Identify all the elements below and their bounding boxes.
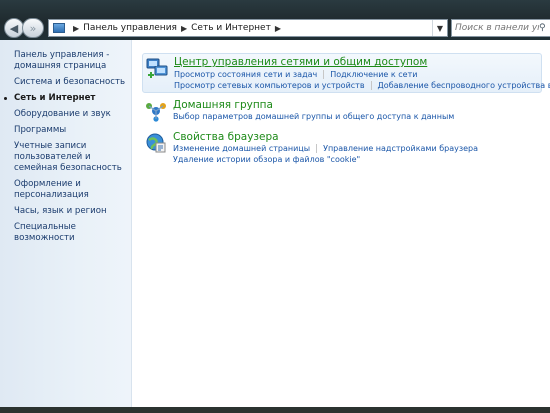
sidebar-item-system-security[interactable]: Система и безопасность [14,77,126,88]
breadcrumb-chevron-icon: ▶ [274,23,281,33]
sidebar-item-network-internet: Сеть и Интернет [4,93,126,104]
sidebar-item-appearance[interactable]: Оформление и персонализация [14,179,126,201]
taskbar-edge [0,407,550,413]
address-box[interactable]: ▶ Панель управления ▶ Сеть и Интернет ▶ … [48,19,448,37]
address-bar-row: ◀ » ▶ Панель управления ▶ Сеть и Интерне… [4,18,550,40]
category-title-homegroup[interactable]: Домашняя группа [173,99,273,111]
category-links-row: Просмотр сетевых компьютеров и устройств… [174,81,550,90]
sidebar-item-hardware-sound[interactable]: Оборудование и звук [14,109,126,120]
category-internet-options: Свойства браузера Изменение домашней стр… [142,129,542,169]
breadcrumb-control-panel[interactable]: Панель управления [83,23,177,33]
category-links-row: Выбор параметров домашней группы и общег… [173,112,454,121]
forward-button[interactable]: » [22,18,44,38]
network-center-icon [146,58,168,78]
sidebar-item-home[interactable]: Панель управления - домашняя страница [14,50,126,72]
address-dropdown-button[interactable]: ▼ [432,20,447,36]
link-separator [323,70,325,79]
link-separator [316,144,318,153]
breadcrumb-chevron-icon: ▶ [180,23,188,33]
link-view-network-computers[interactable]: Просмотр сетевых компьютеров и устройств [174,81,365,90]
link-manage-addons[interactable]: Управление надстройками браузера [323,144,478,153]
link-add-wireless-device[interactable]: Добавление беспроводного устройства в се… [378,81,550,90]
sidebar-item-programs[interactable]: Программы [14,125,126,136]
back-button[interactable]: ◀ [4,18,24,38]
link-change-home-page[interactable]: Изменение домашней страницы [173,144,310,153]
sidebar: Панель управления - домашняя страница Си… [0,40,132,413]
category-title-network-center[interactable]: Центр управления сетями и общим доступом [174,56,427,68]
search-input[interactable] [452,23,539,33]
breadcrumb-network-internet[interactable]: Сеть и Интернет [191,23,271,33]
category-title-internet-options[interactable]: Свойства браузера [173,131,279,143]
link-delete-browsing-history[interactable]: Удаление истории обзора и файлов "cookie… [173,155,360,164]
search-box[interactable]: ⚲ [451,19,550,37]
sidebar-item-clock-language[interactable]: Часы, язык и регион [14,206,126,217]
category-links-row: Просмотр состояния сети и задач Подключен… [174,70,417,79]
sidebar-item-user-accounts[interactable]: Учетные записи пользователей и семейная … [14,141,126,174]
title-bar: ◀ » ▶ Панель управления ▶ Сеть и Интерне… [0,0,550,40]
link-view-network-status[interactable]: Просмотр состояния сети и задач [174,70,317,79]
link-separator [370,81,372,90]
internet-options-icon [146,133,166,153]
main-content: Центр управления сетями и общим доступом… [132,40,550,413]
control-panel-window: ◀ » ▶ Панель управления ▶ Сеть и Интерне… [0,0,550,413]
link-connect-to-network[interactable]: Подключение к сети [330,70,417,79]
breadcrumb-chevron-icon: ▶ [73,23,80,33]
link-homegroup-settings[interactable]: Выбор параметров домашней группы и общег… [173,112,454,121]
homegroup-icon [146,103,166,122]
category-network-center: Центр управления сетями и общим доступом… [142,53,550,93]
category-links-row: Удаление истории обзора и файлов "cookie… [173,155,360,164]
control-panel-icon [53,23,65,33]
search-icon[interactable]: ⚲ [539,23,546,33]
forward-arrow-icon: » [29,21,37,35]
sidebar-item-accessibility[interactable]: Специальные возможности [14,222,126,244]
category-homegroup: Домашняя группа Выбор параметров домашне… [142,97,542,125]
category-links-row: Изменение домашней страницы Управление на… [173,144,478,153]
back-arrow-icon: ◀ [9,21,19,35]
